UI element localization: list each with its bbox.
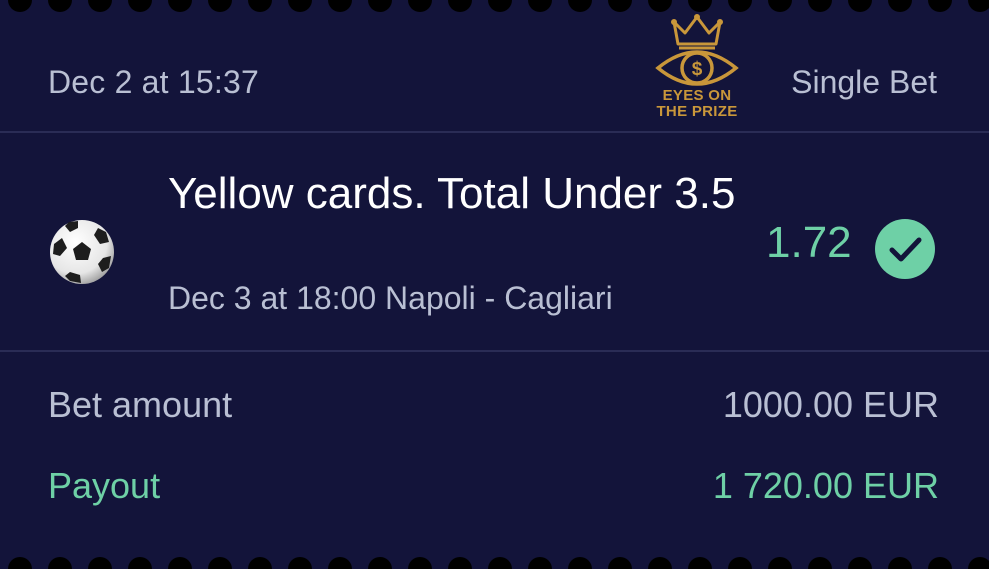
perforation-hole [648,557,672,569]
market-name: Yellow cards. Total Under 3.5 [168,169,736,218]
perforation-hole [8,557,32,569]
ticket-header: Dec 2 at 15:37 $ EYES ON THE PRIZE Singl… [0,0,989,132]
perforation-hole [288,557,312,569]
perforation-hole [848,557,872,569]
bet-amount-value: 1000.00 EUR [722,384,939,425]
ticket-bottom-perforation [0,557,989,569]
payout-label: Payout [48,465,161,506]
perforation-hole [168,557,192,569]
perforation-hole [968,557,989,569]
logo-text-line1: EYES ON [662,87,732,104]
perforation-hole [728,557,752,569]
perforation-hole [128,557,152,569]
bet-amount-label: Bet amount [48,384,233,425]
perforation-hole [448,557,472,569]
event-info: Dec 3 at 18:00 Napoli - Cagliari [168,280,613,316]
eyes-on-the-prize-logo: $ EYES ON THE PRIZE [652,14,742,122]
perforation-hole [688,557,712,569]
perforation-hole [48,557,72,569]
logo-text-line2: THE PRIZE [656,103,738,120]
selection-divider [0,350,989,352]
perforation-hole [368,557,392,569]
perforation-hole [528,557,552,569]
perforation-hole [328,557,352,569]
perforation-hole [608,557,632,569]
check-circle-icon [875,219,935,279]
odds-value: 1.72 [766,218,852,267]
soccer-ball-icon [50,220,114,284]
perforation-hole [888,557,912,569]
perforation-hole [928,557,952,569]
perforation-hole [408,557,432,569]
perforation-hole [208,557,232,569]
svg-text:$: $ [692,59,703,80]
crown-eye-dollar-icon: $ [655,14,739,86]
perforation-hole [88,557,112,569]
bet-placed-date: Dec 2 at 15:37 [48,64,259,100]
perforation-hole [768,557,792,569]
bet-ticket: Dec 2 at 15:37 $ EYES ON THE PRIZE Singl… [0,0,989,569]
header-divider [0,131,989,133]
bet-type-label: Single Bet [791,64,937,100]
perforation-hole [568,557,592,569]
payout-value: 1 720.00 EUR [712,465,939,506]
perforation-hole [248,557,272,569]
perforation-hole [488,557,512,569]
perforation-hole [808,557,832,569]
bet-selection[interactable]: Yellow cards. Total Under 3.5 Dec 3 at 1… [0,134,989,350]
